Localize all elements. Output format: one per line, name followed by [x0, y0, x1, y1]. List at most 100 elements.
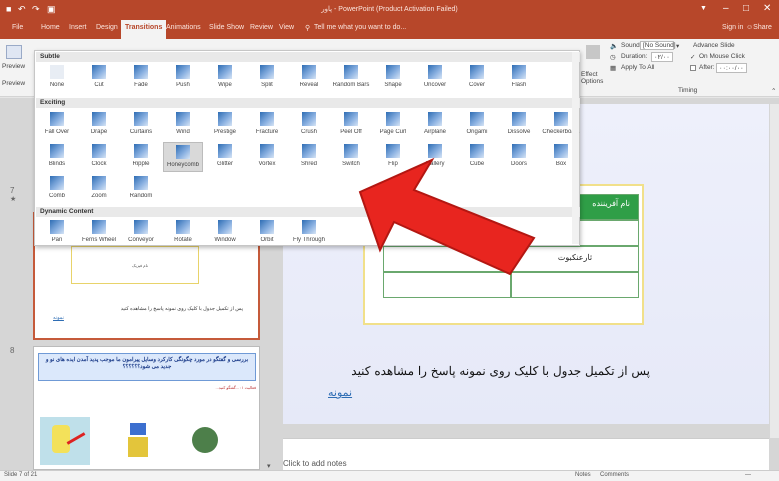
transition-curtains[interactable]: Curtains: [121, 110, 161, 140]
on-mouse-click-label: On Mouse Click: [699, 53, 745, 60]
slide-counter: Slide 7 of 21: [4, 472, 38, 478]
transition-page-curl[interactable]: Page Curl: [373, 110, 413, 140]
ferris-wheel-icon: [92, 220, 106, 234]
tab-file[interactable]: File: [12, 24, 23, 31]
transition-label: Cover: [468, 82, 485, 88]
transition-ferris-wheel[interactable]: Ferris Wheel: [79, 218, 119, 248]
transition-pan[interactable]: Pan: [37, 218, 77, 248]
sound-dropdown[interactable]: [No Sound]: [640, 41, 676, 50]
none-icon: [50, 65, 64, 79]
maximize-button[interactable]: □: [743, 3, 749, 14]
apply-to-all-button[interactable]: Apply To All: [621, 64, 654, 71]
transition-window[interactable]: Window: [205, 218, 245, 248]
transition-zoom[interactable]: Zoom: [79, 174, 119, 204]
transition-wipe[interactable]: Wipe: [205, 63, 245, 93]
zoom-slider[interactable]: —: [745, 472, 751, 478]
slide7-table: نام فیزیک: [71, 246, 199, 284]
transition-reveal[interactable]: Reveal: [289, 63, 329, 93]
transition-push[interactable]: Push: [163, 63, 203, 93]
ribbon-display-options-icon[interactable]: ▼: [700, 5, 707, 12]
share-button[interactable]: ☺Share: [746, 24, 772, 31]
main-scrollbar[interactable]: [770, 104, 779, 438]
transition-shape[interactable]: Shape: [373, 63, 413, 93]
transition-label: Flash: [511, 82, 527, 88]
transition-honeycomb[interactable]: Honeycomb: [163, 142, 203, 172]
transition-label: Comb: [48, 193, 65, 199]
pan-icon: [50, 220, 64, 234]
after-input[interactable]: ۰۰:۰۰/۰۰: [716, 63, 747, 73]
slide-number-7: 7: [10, 186, 15, 195]
transition-cover[interactable]: Cover: [457, 63, 497, 93]
preview-button[interactable]: Preview: [2, 63, 25, 70]
tab-review[interactable]: Review: [250, 24, 273, 31]
duration-icon: ◷: [610, 54, 616, 61]
transition-fade[interactable]: Fade: [121, 63, 161, 93]
transition-shred[interactable]: Shred: [289, 142, 329, 172]
tab-slideshow[interactable]: Slide Show: [209, 24, 244, 31]
transition-drape[interactable]: Drape: [79, 110, 119, 140]
notes-placeholder: Click to add notes: [283, 459, 347, 468]
notes-pane[interactable]: Click to add notes: [283, 438, 769, 470]
transition-blinds[interactable]: Blinds: [37, 142, 77, 172]
on-mouse-click-checkbox[interactable]: ✓: [690, 53, 695, 61]
transition-fall-over[interactable]: Fall Over: [37, 110, 77, 140]
transition-cut[interactable]: Cut: [79, 63, 119, 93]
collapse-ribbon-icon[interactable]: ⌃: [771, 87, 776, 95]
preview-icon[interactable]: [6, 45, 22, 59]
transition-wind[interactable]: Wind: [163, 110, 203, 140]
sound-dropdown-arrow-icon[interactable]: ▾: [676, 42, 679, 50]
slide7-table-text: نام فیزیک: [132, 263, 148, 268]
transition-fracture[interactable]: Fracture: [247, 110, 287, 140]
transition-label: Shape: [384, 82, 402, 88]
transition-label: Peel Off: [340, 129, 362, 135]
transition-peel-off[interactable]: Peel Off: [331, 110, 371, 140]
transition-random[interactable]: Random: [121, 174, 161, 204]
effect-options-icon[interactable]: [586, 45, 600, 59]
transition-split[interactable]: Split: [247, 63, 287, 93]
notes-button[interactable]: Notes: [575, 472, 591, 478]
slide-thumbnail-8[interactable]: بررسی و گفتگو در مورد چگونگی کارکرد وسای…: [33, 346, 260, 470]
transition-origami[interactable]: Origami: [457, 110, 497, 140]
transition-glitter[interactable]: Glitter: [205, 142, 245, 172]
transition-comb[interactable]: Comb: [37, 174, 77, 204]
transition-prestige[interactable]: Prestige: [205, 110, 245, 140]
tab-animations[interactable]: Animations: [166, 24, 201, 31]
transition-ripple[interactable]: Ripple: [121, 142, 161, 172]
transition-dissolve[interactable]: Dissolve: [499, 110, 539, 140]
transition-label: Ferris Wheel: [81, 237, 116, 243]
tab-transitions[interactable]: Transitions: [121, 20, 167, 39]
transition-clock[interactable]: Clock: [79, 142, 119, 172]
transition-rotate[interactable]: Rotate: [163, 218, 203, 248]
tab-insert[interactable]: Insert: [69, 24, 87, 31]
tell-me-search[interactable]: Tell me what you want to do...: [314, 24, 406, 31]
transition-airplane[interactable]: Airplane: [415, 110, 455, 140]
transition-orbit[interactable]: Orbit: [247, 218, 287, 248]
minimize-button[interactable]: –: [723, 3, 729, 14]
transition-label: Dissolve: [507, 129, 531, 135]
tab-view[interactable]: View: [279, 24, 294, 31]
sign-in-link[interactable]: Sign in: [722, 24, 743, 31]
transition-vortex[interactable]: Vortex: [247, 142, 287, 172]
slide8-body: فعالیت ۱: ...گفتگو کنید...: [215, 385, 256, 390]
thumb-scroll-down-icon[interactable]: ▾: [267, 462, 271, 470]
transition-none[interactable]: None: [37, 63, 77, 93]
close-button[interactable]: ✕: [763, 3, 771, 14]
slide7-link[interactable]: نمونه: [53, 315, 83, 321]
duration-input[interactable]: ۰۲/۰۰: [651, 52, 673, 62]
tab-home[interactable]: Home: [41, 24, 60, 31]
transition-conveyor[interactable]: Conveyor: [121, 218, 161, 248]
transition-crush[interactable]: Crush: [289, 110, 329, 140]
effect-options-button[interactable]: Effect Options: [581, 71, 605, 85]
transition-uncover[interactable]: Uncover: [415, 63, 455, 93]
comments-button[interactable]: Comments: [600, 472, 629, 478]
tab-design[interactable]: Design: [96, 24, 118, 31]
transition-flash[interactable]: Flash: [499, 63, 539, 93]
transition-random-bars[interactable]: Random Bars: [331, 63, 371, 93]
transition-fly-through[interactable]: Fly Through: [289, 218, 329, 248]
sample-answer-link[interactable]: نمونه: [328, 386, 352, 399]
gallery-scrollbar[interactable]: [572, 52, 579, 244]
advance-slide-label: Advance Slide: [693, 42, 735, 49]
transition-label: Fade: [134, 82, 148, 88]
fly-through-icon: [302, 220, 316, 234]
after-checkbox[interactable]: [690, 65, 696, 71]
